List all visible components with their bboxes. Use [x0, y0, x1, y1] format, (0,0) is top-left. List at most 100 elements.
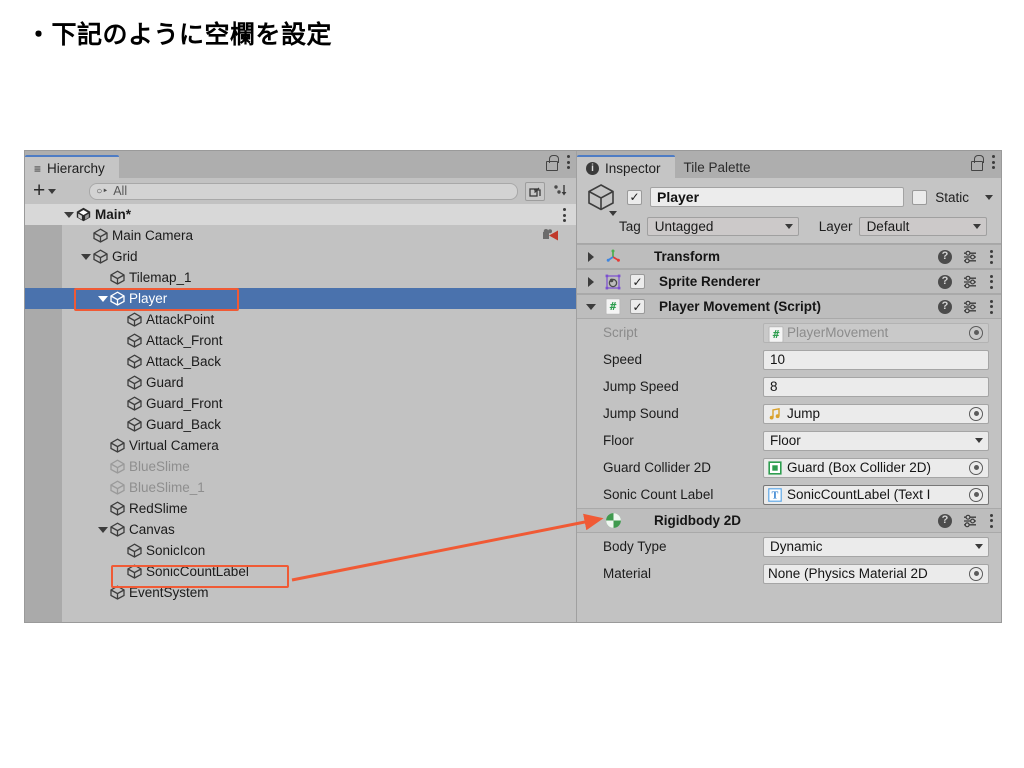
scene-kebab-menu-icon[interactable]: [562, 208, 566, 222]
disclosure-triangle-down-icon[interactable]: [79, 253, 92, 260]
search-input[interactable]: ○‣ All: [89, 182, 518, 200]
dropdown-field[interactable]: Floor: [763, 430, 989, 451]
hierarchy-item-label: Guard: [146, 375, 184, 390]
object-picker-icon[interactable]: [969, 460, 983, 475]
hierarchy-item-label: Main*: [95, 207, 132, 222]
kebab-menu-icon[interactable]: [566, 155, 570, 169]
disclosure-triangle-down-icon[interactable]: [96, 526, 109, 533]
object-field[interactable]: Jump: [763, 403, 989, 424]
object-field[interactable]: T SonicCountLabel (Text I: [763, 484, 989, 505]
disclosure-triangle-down-icon[interactable]: [584, 517, 598, 524]
field-row-script: Script # PlayerMovement: [577, 319, 1001, 346]
hierarchy-item-main-camera[interactable]: Main Camera: [25, 225, 576, 246]
page-title: ・下記のように空欄を設定: [26, 21, 333, 49]
hierarchy-item-sonicicon[interactable]: SonicIcon: [25, 540, 576, 561]
gameobject-enabled-checkbox[interactable]: ✓: [627, 189, 642, 205]
chevron-down-icon[interactable]: [609, 211, 617, 216]
component-header-rigidbody-2d[interactable]: Rigidbody 2D?: [577, 508, 1001, 533]
static-dropdown-chevron-down-icon[interactable]: [985, 194, 993, 200]
gameobject-name-field[interactable]: Player: [650, 187, 905, 207]
object-picker-icon[interactable]: [525, 181, 545, 201]
hierarchy-item-attackpoint[interactable]: AttackPoint: [25, 309, 576, 330]
hierarchy-item-virtual-camera[interactable]: Virtual Camera: [25, 435, 576, 456]
gameobject-cube-icon: [109, 522, 126, 537]
object-picker-icon[interactable]: [969, 406, 983, 421]
tab-tile-palette-label: Tile Palette: [683, 160, 751, 175]
cube-glyph: [588, 184, 614, 211]
object-field-value: PlayerMovement: [787, 325, 889, 340]
hierarchy-item-guard-front[interactable]: Guard_Front: [25, 393, 576, 414]
help-icon[interactable]: ?: [938, 249, 952, 264]
hierarchy-item-guard-back[interactable]: Guard_Back: [25, 414, 576, 435]
hierarchy-item-tilemap-1[interactable]: Tilemap_1: [25, 267, 576, 288]
hierarchy-item-grid[interactable]: Grid: [25, 246, 576, 267]
help-icon[interactable]: ?: [938, 274, 952, 289]
lock-open-icon[interactable]: [545, 155, 559, 171]
field-label: Floor: [603, 433, 634, 448]
object-picker-icon[interactable]: [969, 325, 983, 340]
component-header-player-movement-script[interactable]: # ✓ Player Movement (Script)?: [577, 294, 1001, 319]
alphabetical-sort-icon[interactable]: [549, 182, 571, 201]
hierarchy-item-player[interactable]: Player: [25, 288, 576, 309]
hierarchy-item-label: Player: [129, 291, 168, 306]
hierarchy-item-soniccountlabel[interactable]: SonicCountLabel: [25, 561, 576, 582]
text-input[interactable]: 8: [763, 376, 989, 397]
object-picker-icon[interactable]: [969, 566, 983, 581]
object-picker-icon[interactable]: [969, 487, 983, 502]
preset-icon[interactable]: [963, 300, 978, 314]
unity-scene-glyph: [76, 207, 91, 222]
kebab-menu-icon[interactable]: [989, 274, 993, 289]
component-enabled-checkbox[interactable]: ✓: [630, 274, 645, 289]
hierarchy-tree[interactable]: Main* Main Camera Grid Tilemap_1 Player Attac…: [25, 204, 576, 622]
cube-glyph: [110, 438, 125, 453]
lock-open-icon[interactable]: [970, 155, 984, 171]
cube-glyph: [127, 417, 142, 432]
static-label: Static: [935, 189, 969, 205]
tab-inspector[interactable]: i Inspector: [577, 155, 675, 180]
field-row-body-type: Body Type Dynamic: [577, 533, 1001, 560]
hierarchy-item-attack-front[interactable]: Attack_Front: [25, 330, 576, 351]
hierarchy-item-guard[interactable]: Guard: [25, 372, 576, 393]
hierarchy-item-blueslime[interactable]: BlueSlime: [25, 456, 576, 477]
help-icon[interactable]: ?: [938, 513, 952, 528]
tab-hierarchy[interactable]: ≡ Hierarchy: [25, 155, 119, 180]
tab-tile-palette[interactable]: Tile Palette: [675, 155, 765, 180]
gameobject-cube-icon: [109, 480, 126, 495]
hierarchy-item-canvas[interactable]: Canvas: [25, 519, 576, 540]
kebab-menu-icon[interactable]: [991, 155, 995, 169]
component-header-transform[interactable]: Transform?: [577, 244, 1001, 269]
preset-icon[interactable]: [963, 275, 978, 289]
dropdown-field[interactable]: Dynamic: [763, 536, 989, 557]
inspector-component-list[interactable]: Transform? ✓ Sprite Renderer? # ✓ Player Move…: [577, 244, 1001, 622]
object-field[interactable]: Guard (Box Collider 2D): [763, 457, 989, 478]
field-row-jump-speed: Jump Speed 8: [577, 373, 1001, 400]
preset-icon[interactable]: [963, 514, 978, 528]
text-input[interactable]: 10: [763, 349, 989, 370]
object-field[interactable]: # PlayerMovement: [763, 322, 989, 343]
object-picker-glyph: [528, 187, 541, 197]
kebab-menu-icon[interactable]: [989, 513, 993, 528]
box-collider-2d-glyph: [768, 460, 782, 475]
tag-dropdown[interactable]: Untagged: [646, 216, 799, 236]
help-icon[interactable]: ?: [938, 299, 952, 314]
object-field[interactable]: None (Physics Material 2D: [763, 563, 989, 584]
disclosure-triangle-down-icon[interactable]: [584, 303, 598, 310]
transform-axis-glyph: [606, 249, 620, 262]
disclosure-triangle-right-icon[interactable]: [584, 251, 598, 262]
hierarchy-item-blueslime-1[interactable]: BlueSlime_1: [25, 477, 576, 498]
hierarchy-item-attack-back[interactable]: Attack_Back: [25, 351, 576, 372]
disclosure-triangle-down-icon[interactable]: [62, 211, 75, 218]
component-enabled-checkbox[interactable]: ✓: [630, 299, 645, 314]
disclosure-triangle-right-icon[interactable]: [584, 276, 598, 287]
kebab-menu-icon[interactable]: [989, 249, 993, 264]
static-checkbox[interactable]: [912, 189, 928, 205]
add-gameobject-button[interactable]: +: [30, 180, 59, 201]
component-header-sprite-renderer[interactable]: ✓ Sprite Renderer?: [577, 269, 1001, 294]
kebab-menu-icon[interactable]: [989, 299, 993, 314]
hierarchy-item-eventsystem[interactable]: EventSystem: [25, 582, 576, 603]
preset-icon[interactable]: [963, 250, 978, 264]
hierarchy-item-main[interactable]: Main*: [25, 204, 576, 225]
hierarchy-item-redslime[interactable]: RedSlime: [25, 498, 576, 519]
disclosure-triangle-down-icon[interactable]: [96, 295, 109, 302]
layer-dropdown[interactable]: Default: [858, 216, 987, 236]
